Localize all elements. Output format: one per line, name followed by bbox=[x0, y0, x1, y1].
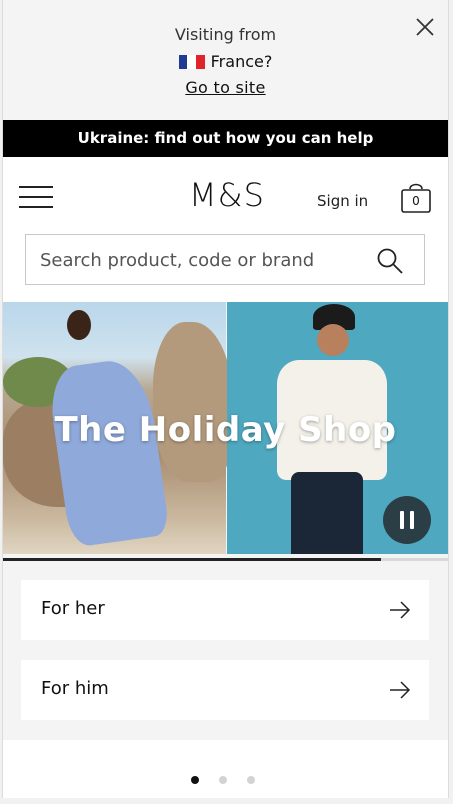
shopping-bag-button[interactable]: 0 bbox=[399, 178, 433, 216]
search-input[interactable] bbox=[38, 243, 362, 278]
visiting-from-text: Visiting from bbox=[174, 25, 277, 44]
hero-progress-bar bbox=[3, 558, 448, 561]
search-bar bbox=[25, 234, 425, 285]
category-label: For him bbox=[41, 678, 109, 699]
hero-title: The Holiday Shop bbox=[54, 410, 397, 450]
hero-banner[interactable]: The Holiday Shop bbox=[3, 302, 448, 554]
brand-logo[interactable]: M&S bbox=[189, 176, 265, 214]
site-header: M&S Sign in 0 bbox=[3, 157, 448, 302]
go-to-site-wrapper: Go to site bbox=[3, 78, 448, 97]
go-to-site-link[interactable]: Go to site bbox=[185, 78, 265, 97]
carousel-dots bbox=[191, 769, 275, 784]
page: Visiting from France? Go to site Ukraine… bbox=[2, 0, 449, 798]
country-name: France? bbox=[210, 52, 273, 71]
search-icon[interactable] bbox=[376, 247, 404, 275]
carousel-dot[interactable] bbox=[219, 776, 227, 784]
country-line: France? bbox=[3, 52, 448, 71]
ukraine-help-banner[interactable]: Ukraine: find out how you can help bbox=[3, 120, 448, 157]
category-card-for-her[interactable]: For her bbox=[21, 580, 429, 640]
close-icon[interactable] bbox=[414, 16, 436, 38]
arrow-right-icon bbox=[390, 681, 411, 699]
category-label: For her bbox=[41, 598, 105, 619]
arrow-right-icon bbox=[390, 601, 411, 619]
pause-button[interactable] bbox=[383, 496, 431, 544]
category-card-for-him[interactable]: For him bbox=[21, 660, 429, 720]
country-banner: Visiting from France? Go to site bbox=[3, 0, 448, 120]
menu-icon[interactable] bbox=[19, 184, 53, 210]
carousel-dot[interactable] bbox=[247, 776, 255, 784]
bag-count: 0 bbox=[412, 194, 420, 208]
hero-progress-fill bbox=[3, 558, 382, 561]
france-flag-icon bbox=[178, 55, 205, 69]
sign-in-link[interactable]: Sign in bbox=[317, 192, 368, 210]
carousel-dot[interactable] bbox=[191, 776, 199, 784]
